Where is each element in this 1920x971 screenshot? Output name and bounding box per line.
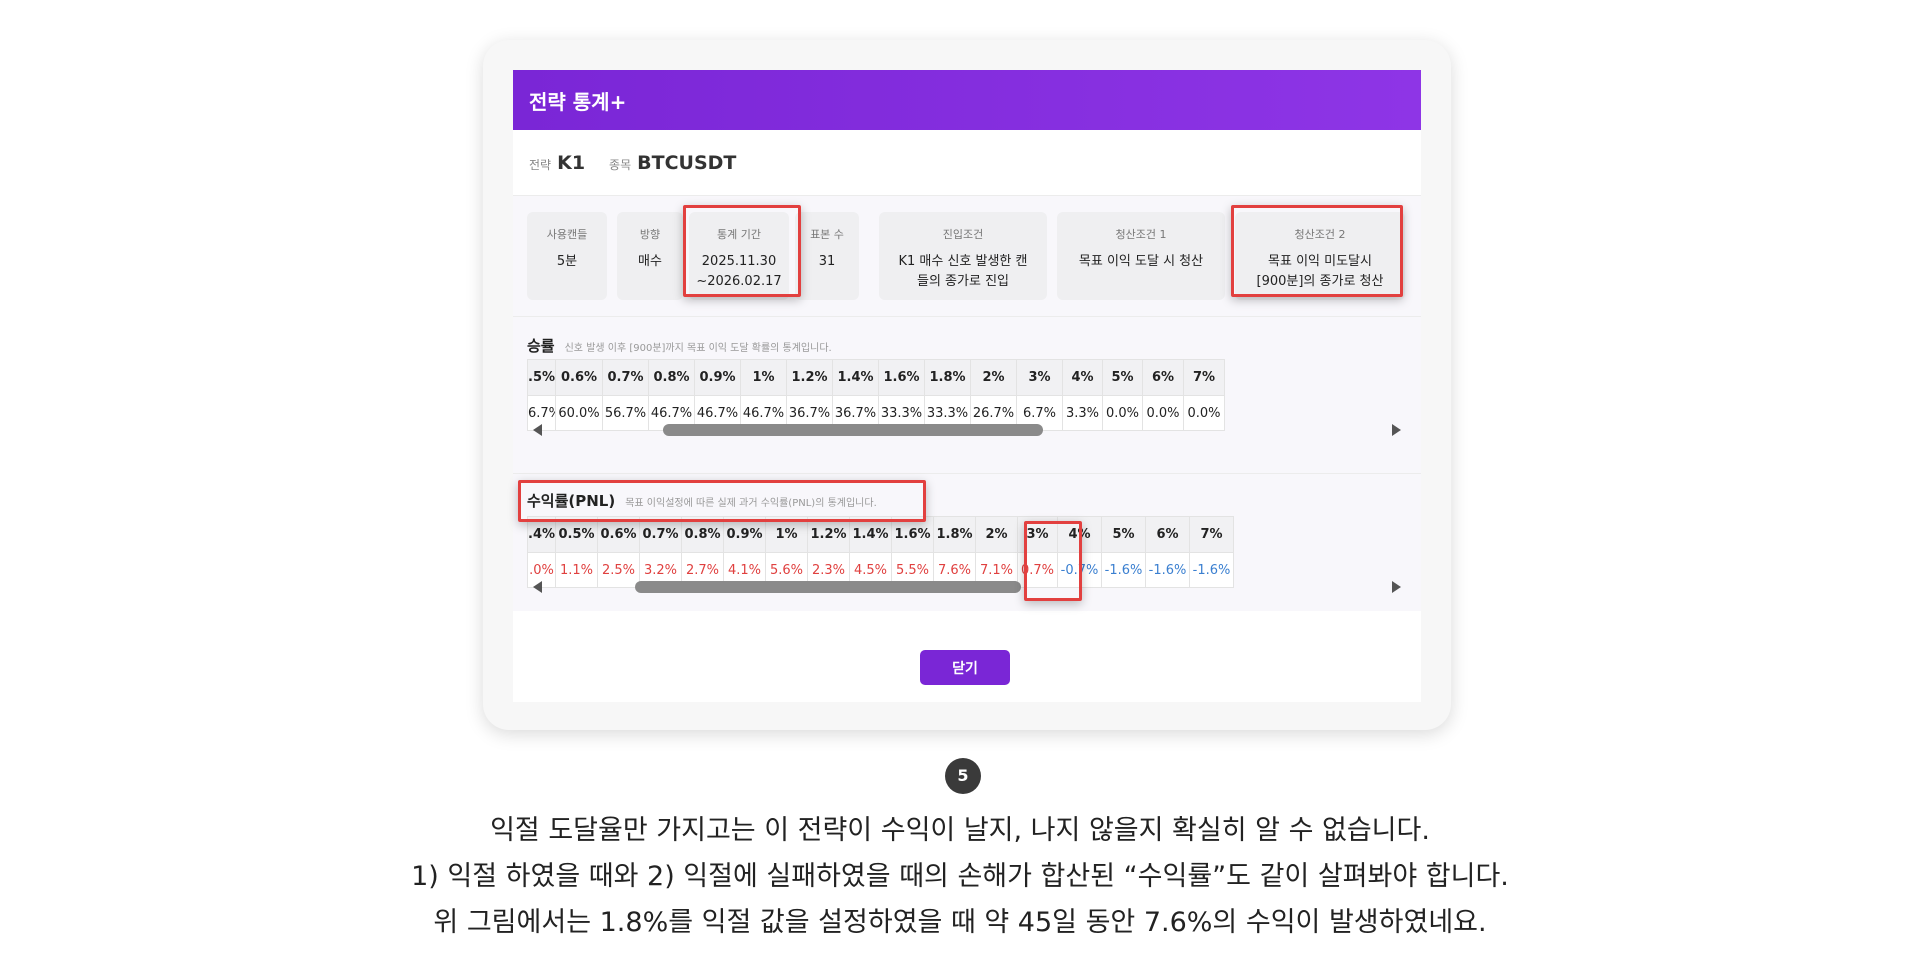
condition-card-exit-2: 청산조건 2 목표 이익 미도달시 [900분]의 종가로 청산 [1235,212,1405,300]
table-header-cell: 1.4% [832,359,879,396]
table-header-cell: .5% [527,359,556,396]
table-header-cell: 1.6% [891,516,934,553]
winrate-header-row: .5% 0.6% 0.7% 0.8% 0.9% 1% 1.2% 1.4% 1.6% 1.8% 2% 3… [527,359,1225,396]
table-header-cell: 3% [1016,359,1063,396]
scroll-left-icon[interactable] [533,581,542,593]
table-header-cell: 0.8% [648,359,695,396]
table-header-cell: 1.6% [878,359,925,396]
condition-label: 진입조건 [942,228,984,241]
caption-line: 익절 도달율만 가지고는 이 전략이 수익이 날지, 나지 않을지 확실히 알 … [490,815,1430,846]
table-header-cell: 1.2% [786,359,833,396]
table-header-cell: 1% [765,516,808,553]
scroll-right-icon[interactable] [1392,424,1401,436]
table-header-cell: 5% [1102,359,1143,396]
pnl-scrollbar[interactable] [527,578,1407,596]
table-header-cell: 0.7% [602,359,649,396]
scrollbar-thumb[interactable] [635,581,1021,593]
winrate-title-row: 승률 신호 발생 이후 [900분]까지 목표 이익 도달 확률의 통계입니다. [513,317,1421,356]
table-header-cell: 6% [1145,516,1190,553]
strategy-label: 전략 [529,157,552,172]
table-header-cell: 4% [1062,359,1103,396]
condition-label: 표본 수 [810,228,844,241]
winrate-scrollbar[interactable] [527,421,1407,439]
table-header-cell: 1.2% [807,516,850,553]
table-header-cell-highlighted: 1.8% [933,516,976,553]
symbol-value: BTCUSDT [637,151,737,174]
modal-footer: 닫기 [513,632,1421,702]
table-header-cell: 7% [1183,359,1225,396]
pnl-section: 수익률(PNL) 목표 이익설정에 따른 실제 과거 수익률(PNL)의 통계입… [513,473,1421,611]
condition-label: 사용캔들 [546,228,588,241]
modal-header: 전략 통계+ [513,70,1421,130]
condition-value: K1 매수 신호 발생한 캔 들의 종가로 진입 [898,254,1028,289]
table-header-cell: 5% [1101,516,1146,553]
table-header-cell: 2% [975,516,1018,553]
pnl-description: 목표 이익설정에 따른 실제 과거 수익률(PNL)의 통계입니다. [625,498,877,509]
table-header-cell: 0.9% [723,516,766,553]
close-button[interactable]: 닫기 [920,650,1010,685]
table-header-cell: 7% [1189,516,1234,553]
condition-card-samples: 표본 수 31 [795,212,859,300]
condition-label: 통계 기간 [717,228,761,241]
pnl-header-row: .4% 0.5% 0.6% 0.7% 0.8% 0.9% 1% 1.2% 1.4% 1.6% 1.8… [527,516,1234,553]
table-header-cell: 1.8% [924,359,971,396]
table-header-cell: 1.4% [849,516,892,553]
strategy-stats-modal: 전략 통계+ 전략 K1 종목 BTCUSDT 사용캔들 5분 방향 매수 통계… [513,70,1421,702]
caption-line: 1) 익절 하였을 때와 2) 익절에 실패하였을 때의 손해가 합산된 “수익… [411,861,1509,892]
symbol-label: 종목 [609,157,632,172]
table-header-cell: 3% [1017,516,1058,553]
condition-label: 청산조건 2 [1294,228,1346,241]
scroll-right-icon[interactable] [1392,581,1401,593]
table-header-cell: 0.6% [555,359,603,396]
pnl-title-row: 수익률(PNL) 목표 이익설정에 따른 실제 과거 수익률(PNL)의 통계입… [513,474,1421,511]
table-header-cell: .4% [527,516,556,553]
modal-title: 전략 통계+ [529,89,627,114]
condition-card-entry: 진입조건 K1 매수 신호 발생한 캔 들의 종가로 진입 [879,212,1047,300]
symbol-field: 종목 BTCUSDT [609,152,736,174]
condition-value: 5분 [556,254,578,269]
step-number-badge: 5 [945,758,981,794]
table-header-cell: 0.9% [694,359,741,396]
condition-card-exit-1: 청산조건 1 목표 이익 도달 시 청산 [1057,212,1225,300]
table-header-cell: 6% [1142,359,1184,396]
caption-line: 위 그림에서는 1.8%를 익절 값을 설정하였을 때 약 45일 동안 7.6… [433,907,1487,938]
caption: 익절 도달율만 가지고는 이 전략이 수익이 날지, 나지 않을지 확실히 알 … [0,808,1920,946]
condition-label: 방향 [639,228,661,241]
condition-value: 매수 [638,254,662,269]
table-header-cell: 4% [1057,516,1102,553]
condition-value: 목표 이익 도달 시 청산 [1078,254,1204,269]
strategy-value: K1 [557,151,586,174]
scrollbar-thumb[interactable] [663,424,1043,436]
strategy-field: 전략 K1 [529,152,585,174]
condition-value: 2025.11.30 ~2026.02.17 [696,254,782,289]
table-header-cell: 0.6% [597,516,640,553]
condition-card-candle: 사용캔들 5분 [527,212,607,300]
table-header-cell: 2% [970,359,1017,396]
condition-value: 31 [818,254,836,269]
condition-label: 청산조건 1 [1115,228,1167,241]
table-header-cell: 0.5% [555,516,598,553]
condition-value: 목표 이익 미도달시 [900분]의 종가로 청산 [1256,254,1384,289]
winrate-title: 승률 [527,337,555,355]
scroll-left-icon[interactable] [533,424,542,436]
winrate-description: 신호 발생 이후 [900분]까지 목표 이익 도달 확률의 통계입니다. [564,343,832,354]
condition-card-period: 통계 기간 2025.11.30 ~2026.02.17 [689,212,789,300]
table-header-cell: 1% [740,359,787,396]
strategy-info-row: 전략 K1 종목 BTCUSDT [513,130,1421,196]
conditions-section: 사용캔들 5분 방향 매수 통계 기간 2025.11.30 ~2026.02.… [513,196,1421,317]
table-header-cell: 0.7% [639,516,682,553]
condition-card-direction: 방향 매수 [617,212,683,300]
pnl-title: 수익률(PNL) [527,492,616,510]
table-header-cell: 0.8% [681,516,724,553]
winrate-section: 승률 신호 발생 이후 [900분]까지 목표 이익 도달 확률의 통계입니다.… [513,317,1421,473]
